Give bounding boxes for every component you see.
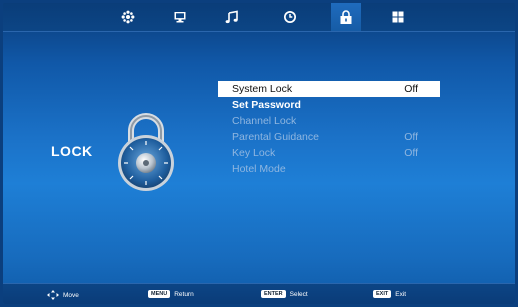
menu-item-channel-lock[interactable]: Channel Lock: [218, 113, 440, 129]
page-title: LOCK: [51, 143, 93, 159]
lock-icon: [340, 10, 352, 24]
top-tab-bar: [3, 3, 515, 32]
hint-select-label: Select: [289, 290, 308, 298]
navigation-arrows-icon: [47, 290, 59, 300]
music-note-icon: [225, 10, 238, 24]
menu-item-label: Hotel Mode: [232, 163, 286, 175]
tab-time[interactable]: [275, 3, 305, 31]
exit-key: EXIT: [373, 290, 392, 298]
hint-exit-label: Exit: [395, 290, 407, 298]
tab-screen[interactable]: [165, 3, 195, 31]
combination-lock-icon: [118, 113, 174, 191]
menu-item-label: Channel Lock: [232, 115, 297, 127]
clock-icon: [284, 11, 296, 23]
osd-screen: LOCK System Lock Off Set Password Channe…: [3, 3, 515, 304]
tab-lock[interactable]: [331, 3, 361, 31]
menu-item-value: Off: [404, 147, 418, 159]
menu-item-value: Off: [404, 131, 418, 143]
hint-move: Move: [47, 290, 79, 300]
menu-item-set-password[interactable]: Set Password: [218, 97, 440, 113]
menu-item-label: Set Password: [232, 99, 301, 111]
tab-picture[interactable]: [113, 3, 143, 31]
menu-item-label: System Lock: [232, 83, 293, 95]
menu-item-key-lock[interactable]: Key Lock Off: [218, 145, 440, 161]
hint-exit: EXIT Exit: [373, 290, 406, 298]
menu-item-label: Parental Guidance: [232, 131, 319, 143]
menu-item-label: Key Lock: [232, 147, 276, 159]
menu-item-value: Off: [404, 83, 418, 95]
tab-sound[interactable]: [217, 3, 247, 31]
hint-return-label: Return: [174, 290, 194, 298]
hint-select: ENTER Select: [261, 290, 308, 298]
tab-setup[interactable]: [383, 3, 413, 31]
picture-settings-icon: [121, 10, 135, 24]
enter-key: ENTER: [261, 290, 286, 298]
hint-move-label: Move: [63, 291, 79, 299]
menu-key: MENU: [148, 290, 171, 298]
menu-item-hotel-mode[interactable]: Hotel Mode: [218, 161, 440, 177]
lock-menu: System Lock Off Set Password Channel Loc…: [218, 81, 440, 177]
menu-item-system-lock[interactable]: System Lock Off: [218, 81, 440, 97]
grid-icon: [392, 11, 404, 23]
menu-item-parental-guidance[interactable]: Parental Guidance Off: [218, 129, 440, 145]
hint-bar: Move MENU Return ENTER Select EXIT Exit: [3, 283, 515, 304]
hint-return: MENU Return: [148, 290, 194, 298]
monitor-icon: [174, 12, 186, 23]
